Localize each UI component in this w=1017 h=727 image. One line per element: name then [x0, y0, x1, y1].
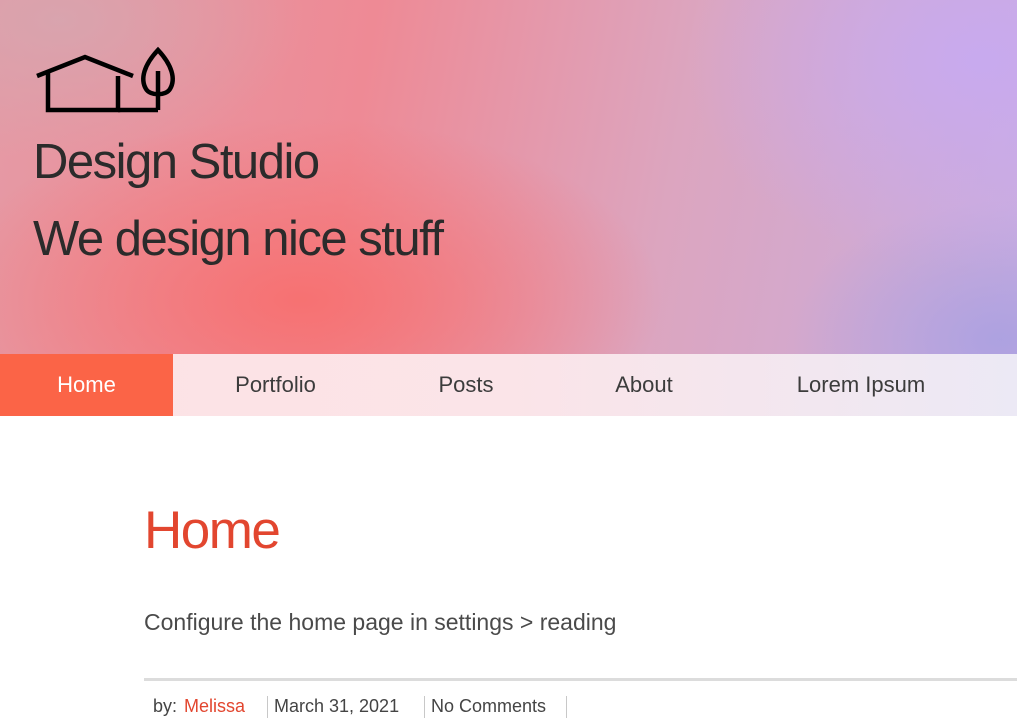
site-title[interactable]: Design Studio [33, 134, 320, 190]
nav-item-lorem-ipsum[interactable]: Lorem Ipsum [768, 354, 954, 416]
page-body-text: Configure the home page in settings > re… [144, 609, 617, 635]
author-by-label: by: [153, 696, 178, 716]
post-date: March 31, 2021 [274, 696, 400, 716]
content-divider [144, 678, 1017, 681]
author-link[interactable]: Melissa [184, 694, 245, 718]
nav-item-about[interactable]: About [582, 354, 706, 416]
main-content: Home Configure the home page in settings… [144, 416, 1017, 727]
site-header: Design Studio We design nice stuff [0, 0, 1017, 354]
site-tagline: We design nice stuff [33, 212, 444, 266]
house-with-tree-icon[interactable] [34, 45, 179, 115]
nav-item-portfolio[interactable]: Portfolio [202, 354, 349, 416]
meta-separator [267, 696, 268, 718]
nav-item-posts[interactable]: Posts [410, 354, 522, 416]
main-nav: Home Portfolio Posts About Lorem Ipsum [0, 354, 1017, 416]
meta-separator [566, 696, 567, 718]
page-title: Home [144, 501, 281, 560]
nav-item-home[interactable]: Home [0, 354, 173, 416]
meta-separator [424, 696, 425, 718]
comments-link[interactable]: No Comments [431, 694, 546, 718]
